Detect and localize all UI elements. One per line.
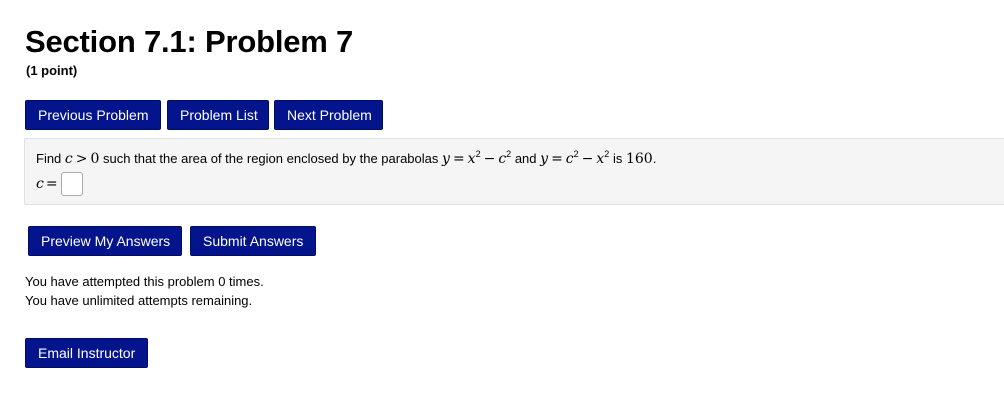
math-gt: > (75, 151, 88, 167)
math-y2: y (540, 151, 549, 167)
answer-input[interactable] (60, 172, 83, 196)
problem-text-mid: such that the area of the region enclose… (103, 151, 439, 166)
attempts-remaining-text: You have unlimited attempts remaining. (25, 293, 253, 308)
answer-row: c = (36, 172, 83, 196)
math-value: 160 (625, 151, 653, 167)
submit-answers-button[interactable]: Submit Answers (190, 226, 316, 256)
problem-list-button[interactable]: Problem List (167, 100, 269, 130)
email-instructor-button[interactable]: Email Instructor (25, 338, 148, 368)
answer-label: c = (36, 176, 58, 192)
math-c2: c (565, 151, 574, 167)
math-y1: y (442, 151, 450, 167)
problem-statement-box: Find c >0 such that the area of the regio… (24, 138, 1004, 205)
problem-text-and: and (514, 151, 537, 166)
page-title: Section 7.1: Problem 7 (25, 24, 354, 59)
attempted-count-text: You have attempted this problem 0 times. (25, 274, 264, 289)
math-exp4: 2 (604, 149, 610, 159)
preview-answers-button[interactable]: Preview My Answers (28, 226, 182, 256)
points-label: (1 point) (26, 63, 78, 78)
math-c: c (64, 151, 73, 167)
next-problem-button[interactable]: Next Problem (274, 100, 383, 130)
previous-problem-button[interactable]: Previous Problem (25, 100, 161, 130)
math-minus1: − (483, 151, 496, 167)
math-exp1: 2 (475, 149, 481, 159)
math-eq2: = (551, 151, 563, 167)
problem-text-find: Find (36, 151, 62, 166)
math-zero: 0 (90, 151, 100, 167)
problem-text-is: is (612, 151, 623, 166)
math-c1: c (498, 151, 507, 167)
answer-label-var: c (36, 176, 44, 192)
math-minus2: − (581, 151, 594, 167)
math-exp3: 2 (573, 149, 579, 159)
answer-label-eq: = (45, 176, 58, 192)
math-x1: x (467, 151, 476, 167)
math-eq1: = (452, 151, 465, 167)
problem-page: Section 7.1: Problem 7 (1 point) Previou… (0, 0, 1004, 419)
math-exp2: 2 (506, 149, 512, 159)
problem-period: . (652, 151, 657, 166)
problem-text: Find c >0 such that the area of the regio… (36, 149, 657, 168)
attempts-info: You have attempted this problem 0 times.… (25, 272, 264, 310)
